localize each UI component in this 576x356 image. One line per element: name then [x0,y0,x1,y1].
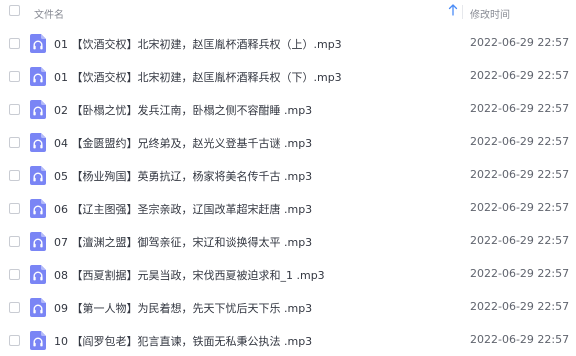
audio-file-icon [30,298,46,317]
file-row[interactable]: 09 【第一人物】为民着想，先天下忧后天下乐 .mp3 2022-06-29 22… [0,291,576,324]
select-all-checkbox[interactable] [9,5,20,16]
file-list: 文件名 修改时间 01 【饮酒交权】北宋初建，赵匡胤杯酒释兵权（上）.mp3 20… [0,0,576,356]
file-name[interactable]: 01 【饮酒交权】北宋初建，赵匡胤杯酒释兵权（下）.mp3 [54,69,342,85]
modified-time: 2022-06-29 22:57 [470,234,570,247]
audio-file-icon [30,133,46,152]
modified-time: 2022-06-29 22:57 [470,333,570,346]
row-checkbox[interactable] [9,302,20,313]
row-checkbox[interactable] [9,137,20,148]
row-checkbox[interactable] [9,335,20,346]
row-checkbox[interactable] [9,38,20,49]
row-checkbox[interactable] [9,269,20,280]
audio-file-icon [30,34,46,53]
modified-time: 2022-06-29 22:57 [470,102,570,115]
list-header: 文件名 修改时间 [0,0,576,24]
file-name[interactable]: 10 【阎罗包老】犯言直谏，铁面无私秉公执法 .mp3 [54,333,312,349]
audio-file-icon [30,232,46,251]
file-name[interactable]: 04 【金匮盟约】兄终弟及，赵光义登基千古谜 .mp3 [54,135,312,151]
file-name[interactable]: 07 【澶渊之盟】御驾亲征，宋辽和谈换得太平 .mp3 [54,234,312,250]
file-name[interactable]: 06 【辽主图强】圣宗亲政，辽国改革超宋赶唐 .mp3 [54,201,312,217]
modified-time: 2022-06-29 22:57 [470,36,570,49]
row-checkbox[interactable] [9,104,20,115]
file-name[interactable]: 01 【饮酒交权】北宋初建，赵匡胤杯酒释兵权（上）.mp3 [54,36,342,52]
modified-time: 2022-06-29 22:57 [470,69,570,82]
sort-up-arrow-icon[interactable] [448,4,458,16]
file-name[interactable]: 05 【杨业殉国】英勇抗辽，杨家将美名传千古 .mp3 [54,168,312,184]
audio-file-icon [30,199,46,218]
file-name[interactable]: 02 【卧榻之忧】发兵江南，卧榻之侧不容酣睡 .mp3 [54,102,312,118]
row-checkbox[interactable] [9,71,20,82]
file-row[interactable]: 04 【金匮盟约】兄终弟及，赵光义登基千古谜 .mp3 2022-06-29 22… [0,126,576,159]
file-row[interactable]: 01 【饮酒交权】北宋初建，赵匡胤杯酒释兵权（上）.mp3 2022-06-29 … [0,27,576,60]
audio-file-icon [30,331,46,350]
column-header-modified-time[interactable]: 修改时间 [470,6,510,21]
modified-time: 2022-06-29 22:57 [470,201,570,214]
modified-time: 2022-06-29 22:57 [470,168,570,181]
row-checkbox[interactable] [9,203,20,214]
file-row[interactable]: 07 【澶渊之盟】御驾亲征，宋辽和谈换得太平 .mp3 2022-06-29 22… [0,225,576,258]
file-row[interactable]: 05 【杨业殉国】英勇抗辽，杨家将美名传千古 .mp3 2022-06-29 22… [0,159,576,192]
audio-file-icon [30,100,46,119]
audio-file-icon [30,166,46,185]
file-name[interactable]: 09 【第一人物】为民着想，先天下忧后天下乐 .mp3 [54,300,312,316]
modified-time: 2022-06-29 22:57 [470,135,570,148]
audio-file-icon [30,265,46,284]
file-row[interactable]: 08 【西夏割据】元昊当政，宋伐西夏被迫求和_1 .mp3 2022-06-29 … [0,258,576,291]
file-row[interactable]: 10 【阎罗包老】犯言直谏，铁面无私秉公执法 .mp3 2022-06-29 22… [0,324,576,356]
file-name[interactable]: 08 【西夏割据】元昊当政，宋伐西夏被迫求和_1 .mp3 [54,267,325,283]
row-checkbox[interactable] [9,236,20,247]
file-row[interactable]: 01 【饮酒交权】北宋初建，赵匡胤杯酒释兵权（下）.mp3 2022-06-29 … [0,60,576,93]
modified-time: 2022-06-29 22:57 [470,267,570,280]
modified-time: 2022-06-29 22:57 [470,300,570,313]
file-row[interactable]: 02 【卧榻之忧】发兵江南，卧榻之侧不容酣睡 .mp3 2022-06-29 22… [0,93,576,126]
row-checkbox[interactable] [9,170,20,181]
audio-file-icon [30,67,46,86]
column-header-name[interactable]: 文件名 [34,6,64,21]
file-row[interactable]: 06 【辽主图强】圣宗亲政，辽国改革超宋赶唐 .mp3 2022-06-29 22… [0,192,576,225]
column-divider[interactable] [462,5,463,19]
